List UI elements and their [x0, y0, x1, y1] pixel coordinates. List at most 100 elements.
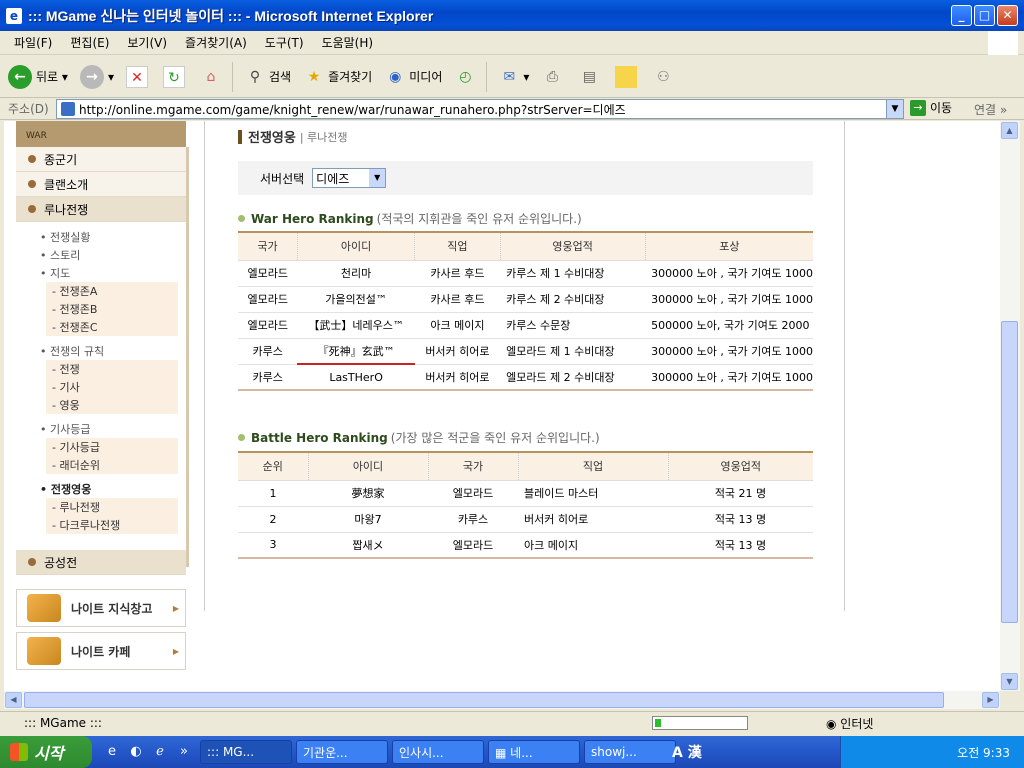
col-header: 국가	[427, 451, 518, 481]
forward-arrow-icon: →	[79, 64, 104, 89]
sidebar-item-war-diary[interactable]: 종군기	[16, 147, 186, 172]
submenu-war-status[interactable]: • 전쟁실황	[40, 228, 186, 246]
home-icon: ⌂	[206, 68, 216, 85]
star-icon: ★	[307, 68, 321, 85]
go-button[interactable]: → 이동	[910, 99, 952, 116]
submenu-rules-war[interactable]: - 전쟁	[46, 360, 178, 378]
col-header: 순위	[238, 451, 308, 481]
toolbar-separator	[231, 61, 233, 92]
submenu-rules[interactable]: • 전쟁의 규칙	[40, 342, 186, 360]
page-icon	[61, 102, 75, 116]
refresh-icon: ↻	[162, 65, 185, 88]
menu-view[interactable]: 보기(V)	[127, 34, 167, 51]
submenu-map[interactable]: • 지도	[40, 264, 186, 282]
media-button[interactable]: ◉ 미디어	[380, 59, 446, 95]
toolbar-separator	[486, 61, 488, 92]
menu-favorites[interactable]: 즐겨찾기(A)	[185, 34, 247, 51]
sidebar-border	[186, 147, 189, 567]
col-header: 국가	[238, 231, 298, 261]
table-row: 3 짭새メ 엘모라드 아크 메이지 적국 13 명	[238, 532, 813, 559]
server-select-panel: 서버선택 디에즈 ▼	[238, 161, 813, 195]
quicklaunch-ie-icon[interactable]: e	[102, 742, 122, 762]
taskbar-item-2[interactable]: 기관운...	[296, 740, 388, 764]
knight-cafe-box[interactable]: 나이트 카페 ▶	[16, 632, 186, 670]
mail-button[interactable]: ✉ ▾	[494, 59, 533, 95]
menu-file[interactable]: 파일(F)	[14, 34, 52, 51]
submenu-rules-knight[interactable]: - 기사	[46, 378, 178, 396]
home-button[interactable]: ⌂	[196, 59, 229, 95]
bullet-icon	[28, 205, 36, 213]
minimize-button[interactable]: _	[951, 5, 972, 26]
menu-help[interactable]: 도움말(H)	[322, 34, 374, 51]
bullet-icon	[238, 434, 245, 441]
history-button[interactable]: ◴	[450, 59, 483, 95]
server-select[interactable]: 디에즈 ▼	[312, 168, 387, 188]
scrollbar-thumb[interactable]	[24, 692, 944, 708]
chevron-down-icon: ▼	[369, 169, 386, 187]
windows-logo-icon	[988, 31, 1018, 55]
submenu-rules-hero[interactable]: - 영웅	[46, 396, 178, 414]
sidebar-item-clan-intro[interactable]: 클랜소개	[16, 172, 186, 197]
refresh-button[interactable]: ↻	[159, 59, 192, 95]
maximize-button[interactable]: □	[974, 5, 995, 26]
server-label: 서버선택	[260, 171, 305, 186]
submenu-ladder-rank[interactable]: - 래더순위	[46, 456, 178, 474]
forward-button[interactable]: → ▾	[76, 59, 118, 95]
start-button[interactable]: 시작	[0, 736, 92, 768]
links-button[interactable]: 연결 »	[974, 101, 1007, 118]
taskbar-item-5[interactable]: showj...	[584, 740, 676, 764]
taskbar-item-mgame[interactable]: ::: MG...	[200, 740, 292, 764]
scroll-left-icon[interactable]: ◀	[5, 692, 22, 708]
scrollbar-thumb[interactable]	[1001, 321, 1018, 623]
table-row: 카루스 『死神』玄武™ 버서커 히어로 엘모라드 제 1 수비대장 300000…	[238, 338, 813, 365]
scroll-up-icon[interactable]: ▲	[1001, 122, 1018, 139]
clock[interactable]: 오전 9:33	[957, 744, 1010, 761]
sidebar-item-luna-war[interactable]: 루나전쟁	[16, 197, 186, 222]
knight-knowledge-box[interactable]: 나이트 지식창고 ▶	[16, 589, 186, 627]
submenu-knight-rank[interactable]: • 기사등급	[40, 420, 186, 438]
address-dropdown-icon[interactable]: ▼	[886, 100, 903, 118]
back-button[interactable]: ← 뒤로 ▾	[4, 59, 72, 95]
print-button[interactable]: ⎙	[537, 59, 570, 95]
submenu-war-hero[interactable]: • 전쟁영웅	[40, 480, 186, 498]
submenu-map-c[interactable]: - 전쟁존C	[46, 318, 178, 336]
globe-icon: ◉	[389, 68, 402, 85]
col-header: 아이디	[296, 231, 415, 261]
edit-button[interactable]: ▤	[574, 59, 607, 95]
notes-button[interactable]	[611, 59, 644, 95]
col-header: 아이디	[307, 451, 428, 481]
close-button[interactable]: ✕	[997, 5, 1018, 26]
stop-button[interactable]: ✕	[122, 59, 155, 95]
quicklaunch-media-icon[interactable]: ◐	[126, 742, 146, 762]
battle-hero-section-title: Battle Hero Ranking (가장 많은 적군을 죽인 유저 순위입…	[238, 429, 600, 446]
submenu-war-hero-dark-luna[interactable]: - 다크루나전쟁	[46, 516, 178, 534]
address-input[interactable]: http://online.mgame.com/game/knight_rene…	[56, 99, 904, 119]
taskbar-item-3[interactable]: 인사시...	[392, 740, 484, 764]
scroll-right-icon[interactable]: ▶	[982, 692, 999, 708]
bullet-icon	[238, 215, 245, 222]
ime-indicator[interactable]: A 漢	[672, 742, 702, 762]
books-icon	[27, 594, 61, 622]
search-button[interactable]: ⚲ 검색	[240, 59, 295, 95]
menu-edit[interactable]: 편집(E)	[70, 34, 109, 51]
edit-icon: ▤	[582, 68, 596, 85]
title-bar[interactable]: e ::: MGame 신나는 인터넷 놀이터 ::: - Microsoft …	[0, 0, 1024, 31]
note-icon	[615, 65, 638, 88]
horizontal-scrollbar[interactable]: ◀ ▶	[4, 691, 1000, 709]
vertical-scrollbar[interactable]: ▲ ▼	[1000, 121, 1020, 691]
back-arrow-icon: ←	[8, 64, 32, 89]
col-header: 직업	[517, 451, 668, 481]
submenu-knight-rank-grade[interactable]: - 기사등급	[46, 438, 178, 456]
quicklaunch-browser-icon[interactable]: ℯ	[150, 742, 170, 762]
submenu-map-b[interactable]: - 전쟁존B	[46, 300, 178, 318]
taskbar-item-4[interactable]: ▦ 네...	[488, 740, 580, 764]
submenu-war-hero-luna[interactable]: - 루나전쟁	[46, 498, 178, 516]
menu-tools[interactable]: 도구(T)	[265, 34, 304, 51]
quicklaunch-more-icon[interactable]: »	[174, 742, 194, 762]
submenu-map-a[interactable]: - 전쟁존A	[46, 282, 178, 300]
sidebar-item-siege[interactable]: 공성전	[16, 550, 186, 575]
favorites-button[interactable]: ★ 즐겨찾기	[299, 59, 376, 95]
submenu-story[interactable]: • 스토리	[40, 246, 186, 264]
research-button[interactable]: ⚇	[648, 59, 681, 95]
scroll-down-icon[interactable]: ▼	[1001, 673, 1018, 690]
